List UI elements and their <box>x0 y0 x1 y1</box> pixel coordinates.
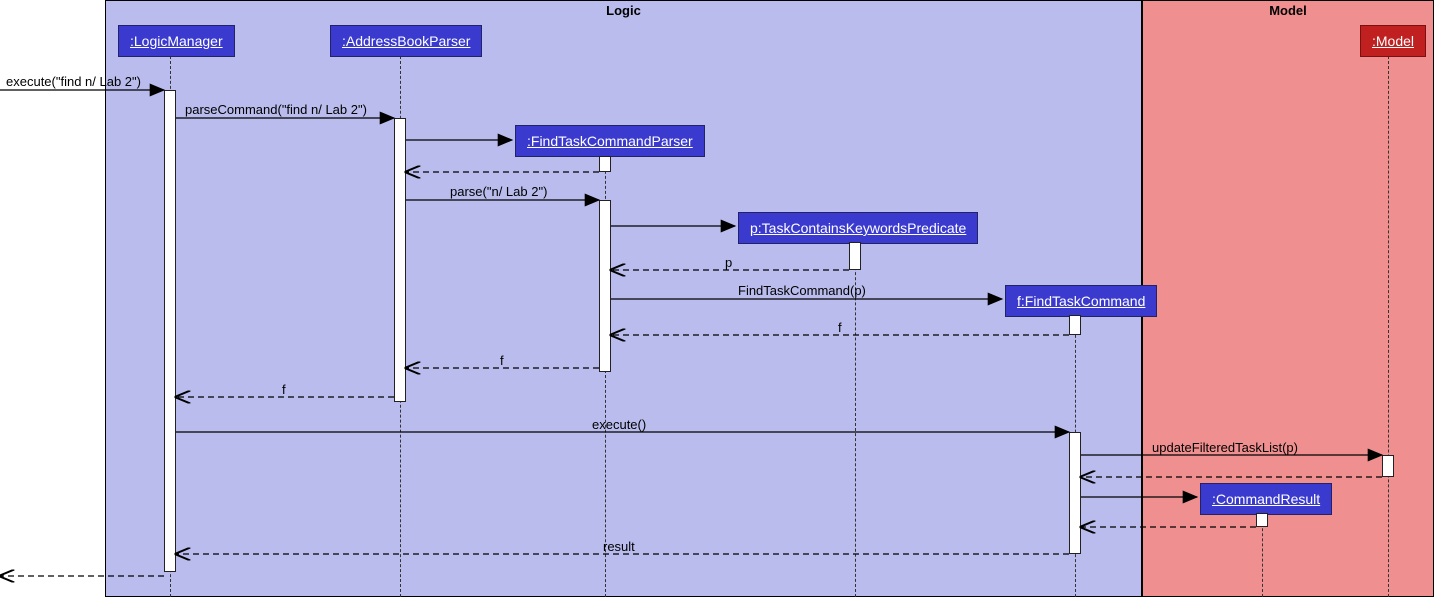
activation-commandResult <box>1256 513 1268 527</box>
msg-execute-entry: execute("find n/ Lab 2") <box>6 74 141 89</box>
msg-f-return-2: f <box>500 353 504 368</box>
participant-logicManager: :LogicManager <box>118 25 235 57</box>
frame-model-title: Model <box>1143 3 1433 18</box>
activation-logicManager <box>164 90 176 572</box>
participant-findTaskCommand: f:FindTaskCommand <box>1005 285 1157 317</box>
msg-execute: execute() <box>592 417 646 432</box>
activation-findTaskCommand-1 <box>1069 315 1081 335</box>
msg-f-return-3: f <box>282 382 286 397</box>
msg-parse: parse("n/ Lab 2") <box>450 184 547 199</box>
participant-commandResult: :CommandResult <box>1200 483 1332 515</box>
activation-findTaskCommandParser-2 <box>599 200 611 372</box>
activation-findTaskCommandParser-1 <box>599 156 611 172</box>
msg-parseCommand: parseCommand("find n/ Lab 2") <box>185 102 367 117</box>
lifeline-model <box>1388 56 1389 597</box>
participant-model: :Model <box>1360 25 1426 57</box>
participant-findTaskCommandParser: :FindTaskCommandParser <box>515 125 705 157</box>
msg-p-return: p <box>725 255 732 270</box>
participant-predicate: p:TaskContainsKeywordsPredicate <box>738 212 978 244</box>
msg-updateFilteredTaskList: updateFilteredTaskList(p) <box>1152 440 1298 455</box>
msg-findTaskCommandCtor: FindTaskCommand(p) <box>738 283 866 298</box>
activation-addressBookParser <box>394 118 406 402</box>
participant-addressBookParser: :AddressBookParser <box>330 25 482 57</box>
activation-findTaskCommand-2 <box>1069 432 1081 554</box>
frame-logic: Logic <box>105 0 1142 597</box>
activation-model <box>1382 455 1394 477</box>
msg-result: result <box>603 539 635 554</box>
msg-f-return-1: f <box>838 320 842 335</box>
activation-predicate <box>849 242 861 270</box>
frame-logic-title: Logic <box>106 3 1141 18</box>
